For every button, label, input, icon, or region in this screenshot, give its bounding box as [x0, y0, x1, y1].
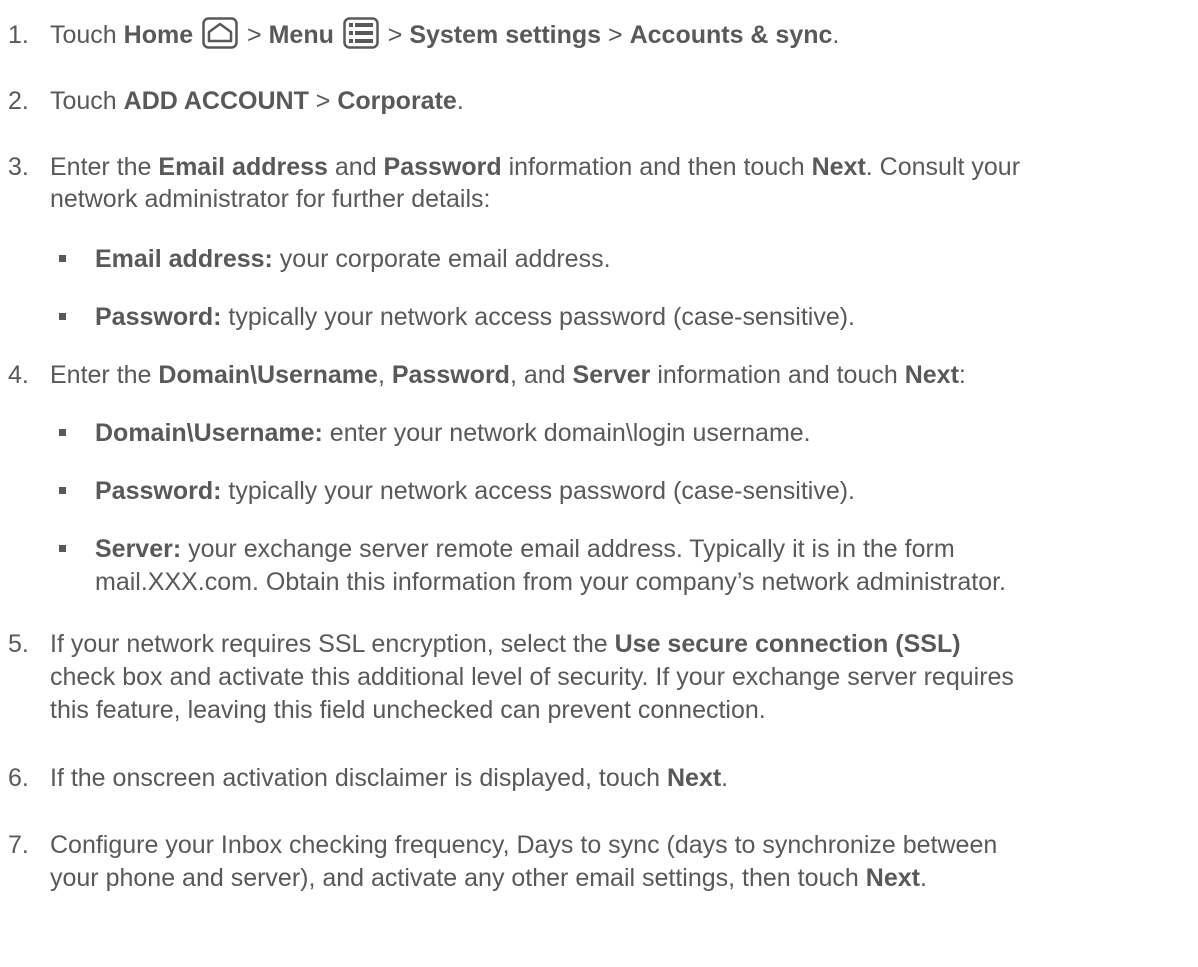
bullet [59, 255, 66, 262]
bullet [59, 429, 66, 436]
step-number: 4. [8, 361, 29, 389]
step-text: If your network requires SSL encryption,… [50, 630, 961, 658]
sub-item-text: Email address: your corporate email addr… [95, 245, 611, 273]
step-text: check box and activate this additional l… [50, 663, 1014, 691]
step-number: 3. [8, 153, 29, 181]
sub-item-text: Domain\Username: enter your network doma… [95, 419, 811, 447]
step-text: Enter the Email address and Password inf… [50, 153, 1021, 181]
sub-item-text: Password: typically your network access … [95, 303, 855, 331]
step-text: this feature, leaving this field uncheck… [50, 696, 766, 724]
bullet [59, 313, 66, 320]
step-number: 7. [8, 831, 29, 859]
bullet [59, 487, 66, 494]
step-text: Configure your Inbox checking frequency,… [50, 831, 998, 859]
step-number: 6. [8, 764, 29, 792]
step-number: 2. [8, 87, 29, 115]
bullet [59, 545, 66, 552]
sub-item-text: mail.XXX.com. Obtain this information fr… [95, 568, 1006, 596]
sub-item-text: Server: your exchange server remote emai… [95, 535, 955, 563]
step-text: Touch Home > Menu > System settings > Ac… [50, 17, 839, 52]
instruction-document: 1. Touch Home > Menu > System settings >… [0, 0, 1198, 967]
home-icon [202, 17, 238, 50]
step-text: Enter the Domain\Username, Password, and… [50, 361, 966, 389]
step-text: If the onscreen activation disclaimer is… [50, 764, 729, 792]
step-text: Touch ADD ACCOUNT > Corporate. [50, 87, 464, 115]
sub-item-text: Password: typically your network access … [95, 477, 855, 505]
step-number: 5. [8, 630, 29, 658]
menu-icon [343, 17, 379, 50]
step-text: network administrator for further detail… [50, 185, 491, 213]
step-text: your phone and server), and activate any… [50, 864, 927, 892]
step-number: 1. [8, 21, 29, 49]
